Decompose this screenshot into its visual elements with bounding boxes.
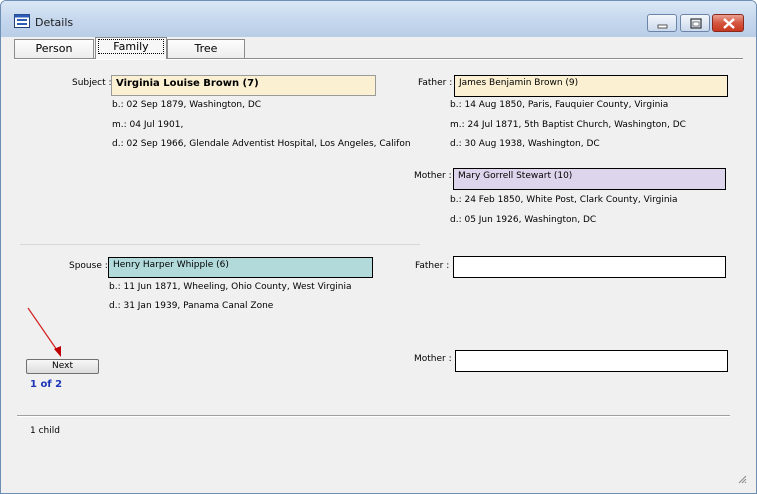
tab-person[interactable]: Person xyxy=(14,39,94,59)
spouse-name-box[interactable]: Henry Harper Whipple (6) xyxy=(108,257,373,278)
status-separator-highlight xyxy=(17,416,730,417)
subject-father-label: Father : xyxy=(418,78,453,88)
maximize-icon xyxy=(690,18,702,29)
subject-marriage: m.: 04 Jul 1901, xyxy=(112,120,184,130)
tab-family[interactable]: Family xyxy=(95,37,167,59)
window-app-icon xyxy=(14,14,30,28)
children-count: 1 child xyxy=(30,426,60,436)
subject-father-birth: b.: 14 Aug 1850, Paris, Fauquier County,… xyxy=(450,100,669,110)
spouse-mother-name-box[interactable] xyxy=(455,350,728,372)
tab-panel-highlight xyxy=(14,59,743,60)
subject-father-name-box[interactable]: James Benjamin Brown (9) xyxy=(454,75,728,97)
section-separator xyxy=(20,244,420,245)
subject-death: d.: 02 Sep 1966, Glendale Adventist Hosp… xyxy=(112,139,411,149)
subject-mother-name-box[interactable]: Mary Gorrell Stewart (10) xyxy=(453,168,726,190)
spouse-death: d.: 31 Jan 1939, Panama Canal Zone xyxy=(109,301,274,311)
subject-name-box[interactable]: Virginia Louise Brown (7) xyxy=(111,75,376,96)
tab-family-label: Family xyxy=(98,39,164,54)
subject-label: Subject : xyxy=(72,78,112,88)
subject-father-death: d.: 30 Aug 1938, Washington, DC xyxy=(450,139,600,149)
minimize-button[interactable] xyxy=(647,14,677,32)
details-window: Details Person Tree Family Subject : Vir… xyxy=(0,0,757,494)
annotation-arrow-icon xyxy=(27,307,61,357)
spouse-father-name-box[interactable] xyxy=(453,256,726,278)
window-title: Details xyxy=(35,16,74,29)
subject-father-marriage: m.: 24 Jul 1871, 5th Baptist Church, Was… xyxy=(450,120,686,130)
tab-tree-label: Tree xyxy=(194,42,218,55)
client-area: Person Tree Family Subject : Virginia Lo… xyxy=(9,37,748,487)
tab-tree[interactable]: Tree xyxy=(167,39,245,59)
resize-grip-icon[interactable] xyxy=(737,474,747,484)
title-bar[interactable]: Details xyxy=(1,1,756,37)
minimize-icon xyxy=(657,24,668,29)
close-icon xyxy=(723,18,735,29)
close-button[interactable] xyxy=(712,14,744,32)
next-button[interactable]: Next xyxy=(26,359,99,374)
subject-mother-label: Mother : xyxy=(414,171,452,181)
maximize-button[interactable] xyxy=(680,14,710,32)
subject-mother-birth: b.: 24 Feb 1850, White Post, Clark Count… xyxy=(450,195,678,205)
subject-birth: b.: 02 Sep 1879, Washington, DC xyxy=(112,100,262,110)
tab-person-label: Person xyxy=(35,42,73,55)
spouse-label: Spouse : xyxy=(69,261,108,271)
page-indicator: 1 of 2 xyxy=(30,379,63,390)
spouse-father-label: Father : xyxy=(415,261,450,271)
subject-mother-death: d.: 05 Jun 1926, Washington, DC xyxy=(450,215,597,225)
spouse-birth: b.: 11 Jun 1871, Wheeling, Ohio County, … xyxy=(109,282,352,292)
spouse-mother-label: Mother : xyxy=(414,354,452,364)
